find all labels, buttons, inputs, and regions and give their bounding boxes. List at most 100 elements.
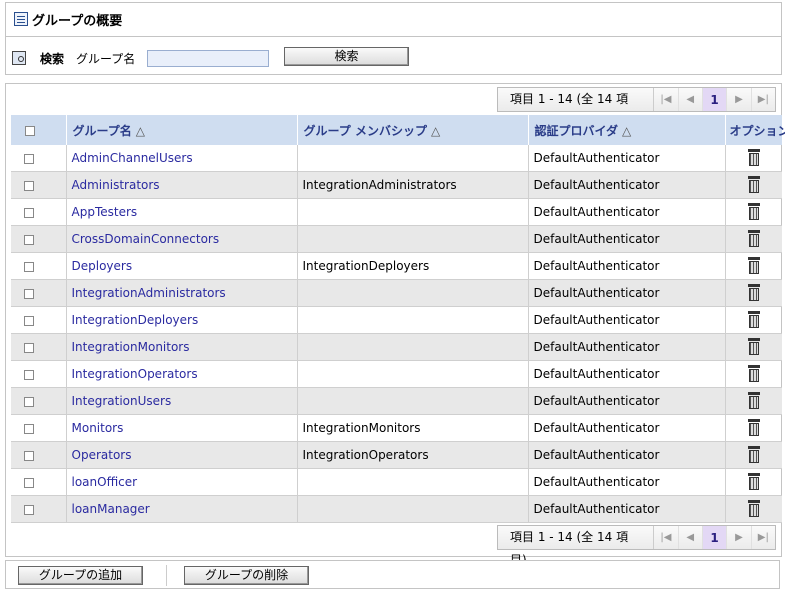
group-name-link[interactable]: IntegrationUsers bbox=[72, 394, 172, 408]
group-name-link[interactable]: IntegrationMonitors bbox=[72, 340, 190, 354]
page-title: グループの概要 bbox=[14, 9, 122, 29]
membership-cell: IntegrationDeployers bbox=[296, 252, 528, 280]
table-row: IntegrationMonitors DefaultAuthenticator bbox=[11, 333, 782, 361]
row-checkbox[interactable] bbox=[24, 153, 34, 164]
group-name-input[interactable] bbox=[147, 49, 270, 67]
last-page-icon[interactable]: ▶| bbox=[752, 526, 775, 549]
trash-icon[interactable] bbox=[747, 499, 761, 517]
group-name-link[interactable]: CrossDomainConnectors bbox=[72, 232, 220, 246]
trash-icon[interactable] bbox=[747, 229, 761, 247]
page-number[interactable]: 1 bbox=[702, 88, 728, 111]
row-checkbox[interactable] bbox=[24, 288, 34, 299]
options-cell bbox=[724, 171, 782, 199]
row-select-cell bbox=[11, 252, 66, 280]
membership-cell bbox=[296, 198, 528, 226]
row-select-cell bbox=[11, 225, 66, 253]
options-cell bbox=[724, 198, 782, 226]
column-provider[interactable]: 認証プロバイダ △ bbox=[527, 115, 725, 145]
provider-cell: DefaultAuthenticator bbox=[527, 198, 725, 226]
row-checkbox[interactable] bbox=[24, 450, 34, 461]
row-checkbox[interactable] bbox=[24, 423, 34, 434]
options-cell bbox=[724, 360, 782, 388]
select-all-checkbox[interactable] bbox=[25, 125, 35, 136]
trash-icon[interactable] bbox=[747, 472, 761, 490]
trash-icon[interactable] bbox=[747, 418, 761, 436]
group-name-link[interactable]: Administrators bbox=[72, 178, 160, 192]
group-name-cell: Operators bbox=[65, 441, 297, 469]
page-number[interactable]: 1 bbox=[702, 526, 728, 549]
options-cell bbox=[724, 468, 782, 496]
table-row: Deployers IntegrationDeployers DefaultAuth… bbox=[11, 252, 782, 280]
row-checkbox[interactable] bbox=[24, 504, 34, 515]
group-name-link[interactable]: AdminChannelUsers bbox=[72, 151, 193, 165]
row-checkbox[interactable] bbox=[24, 477, 34, 488]
last-page-icon[interactable]: ▶| bbox=[752, 88, 775, 111]
trash-icon[interactable] bbox=[747, 256, 761, 274]
row-checkbox[interactable] bbox=[24, 261, 34, 272]
column-group-name[interactable]: グループ名 △ bbox=[65, 115, 297, 145]
row-checkbox[interactable] bbox=[24, 315, 34, 326]
group-name-link[interactable]: loanOfficer bbox=[72, 475, 138, 489]
membership-cell: IntegrationMonitors bbox=[296, 414, 528, 442]
next-page-icon[interactable]: ▶ bbox=[727, 526, 752, 549]
sort-asc-icon[interactable]: △ bbox=[136, 124, 145, 138]
row-checkbox[interactable] bbox=[24, 180, 34, 191]
header-panel: グループの概要 検索 グループ名 検索 bbox=[5, 2, 782, 75]
search-bar: 検索 グループ名 bbox=[12, 47, 270, 69]
group-name-link[interactable]: Monitors bbox=[72, 421, 124, 435]
group-name-link[interactable]: AppTesters bbox=[72, 205, 138, 219]
options-cell bbox=[724, 225, 782, 253]
membership-cell bbox=[296, 468, 528, 496]
table-row: AppTesters DefaultAuthenticator bbox=[11, 198, 782, 226]
row-select-cell bbox=[11, 198, 66, 226]
row-checkbox[interactable] bbox=[24, 234, 34, 245]
provider-cell: DefaultAuthenticator bbox=[527, 495, 725, 523]
row-checkbox[interactable] bbox=[24, 396, 34, 407]
group-name-link[interactable]: Deployers bbox=[72, 259, 133, 273]
sort-asc-icon[interactable]: △ bbox=[622, 124, 631, 138]
options-cell bbox=[724, 495, 782, 523]
pager-info: 項目 1 - 14 (全 14 項目) bbox=[498, 88, 655, 129]
pager-top: 項目 1 - 14 (全 14 項目) |◀ ◀ 1 ▶ ▶| bbox=[497, 87, 776, 129]
divider bbox=[166, 565, 167, 586]
group-name-label: グループ名 bbox=[76, 51, 136, 66]
delete-group-button[interactable]: グループの削除 bbox=[184, 566, 309, 585]
search-button[interactable]: 検索 bbox=[284, 47, 409, 66]
first-page-icon[interactable]: |◀ bbox=[654, 526, 679, 549]
groups-panel: 項目 1 - 14 (全 14 項目) |◀ ◀ 1 ▶ ▶| グループ名 △ グ… bbox=[5, 83, 785, 567]
sort-asc-icon[interactable]: △ bbox=[431, 124, 440, 138]
provider-cell: DefaultAuthenticator bbox=[527, 468, 725, 496]
trash-icon[interactable] bbox=[747, 310, 761, 328]
trash-icon[interactable] bbox=[747, 364, 761, 382]
trash-icon[interactable] bbox=[747, 445, 761, 463]
trash-icon[interactable] bbox=[747, 148, 761, 166]
row-checkbox[interactable] bbox=[24, 369, 34, 380]
group-name-link[interactable]: loanManager bbox=[72, 502, 150, 516]
table-row: loanManager DefaultAuthenticator bbox=[11, 495, 782, 523]
table-row: loanOfficer DefaultAuthenticator bbox=[11, 468, 782, 496]
prev-page-icon[interactable]: ◀ bbox=[679, 526, 703, 549]
trash-icon[interactable] bbox=[747, 391, 761, 409]
trash-icon[interactable] bbox=[747, 283, 761, 301]
row-checkbox[interactable] bbox=[24, 342, 34, 353]
first-page-icon[interactable]: |◀ bbox=[654, 88, 679, 111]
group-name-link[interactable]: IntegrationDeployers bbox=[72, 313, 199, 327]
group-name-link[interactable]: IntegrationOperators bbox=[72, 367, 198, 381]
row-checkbox[interactable] bbox=[24, 207, 34, 218]
table-row: CrossDomainConnectors DefaultAuthenticato… bbox=[11, 225, 782, 253]
group-name-cell: loanOfficer bbox=[65, 468, 297, 496]
provider-cell: DefaultAuthenticator bbox=[527, 441, 725, 469]
add-group-button[interactable]: グループの追加 bbox=[18, 566, 143, 585]
trash-icon[interactable] bbox=[747, 337, 761, 355]
group-name-cell: IntegrationMonitors bbox=[65, 333, 297, 361]
options-cell bbox=[724, 387, 782, 415]
group-name-link[interactable]: Operators bbox=[72, 448, 132, 462]
trash-icon[interactable] bbox=[747, 202, 761, 220]
provider-cell: DefaultAuthenticator bbox=[527, 279, 725, 307]
prev-page-icon[interactable]: ◀ bbox=[679, 88, 703, 111]
next-page-icon[interactable]: ▶ bbox=[727, 88, 752, 111]
trash-icon[interactable] bbox=[747, 175, 761, 193]
group-name-link[interactable]: IntegrationAdministrators bbox=[72, 286, 226, 300]
row-select-cell bbox=[11, 279, 66, 307]
column-membership[interactable]: グループ メンバシップ △ bbox=[296, 115, 528, 145]
